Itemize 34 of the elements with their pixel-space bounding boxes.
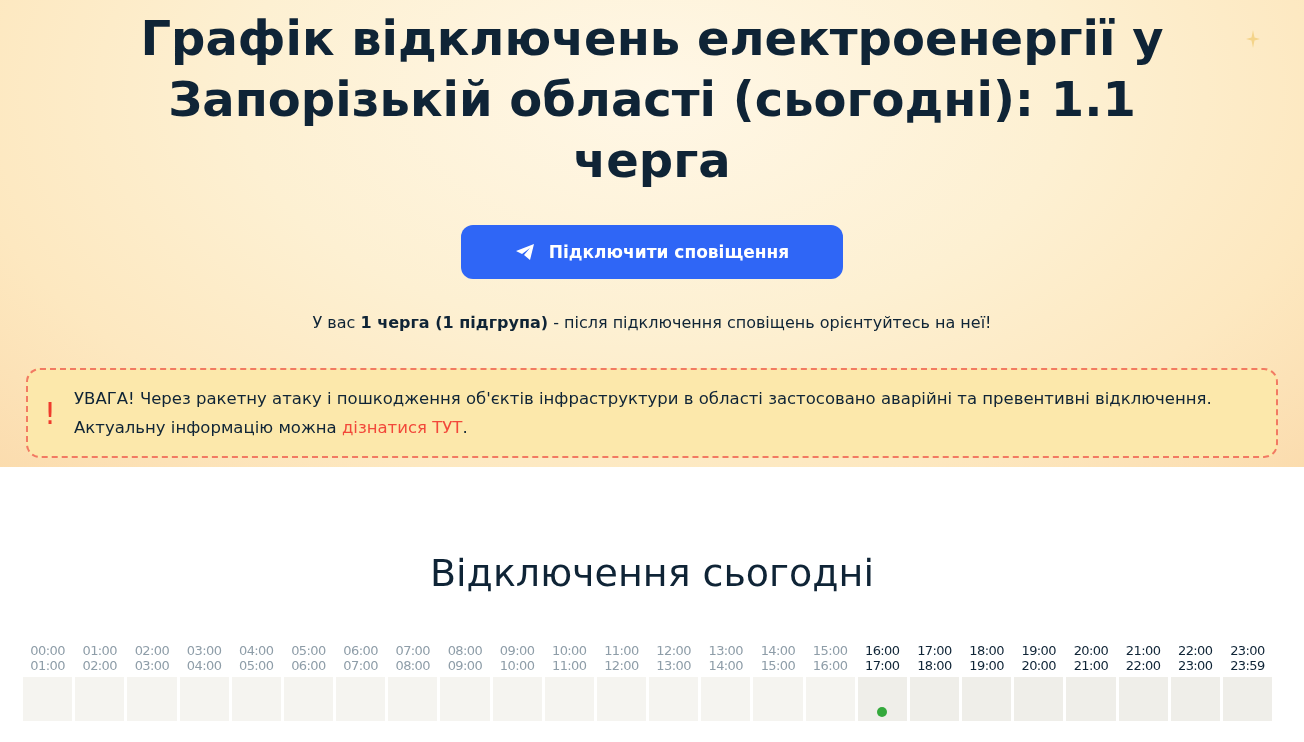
time-range: 00:00 01:00 (30, 643, 65, 673)
time-range: 16:00 17:00 (865, 643, 900, 673)
alert-text: УВАГА! Через ракетну атаку і пошкодження об'єктів інфраструктури в області застосовано аварійні та превентивні відключення. Актуальну інформацію можна дізнатися ТУТ. (74, 388, 1213, 439)
time-range: 02:00 03:00 (134, 643, 170, 673)
time-range: 05:00 06:00 (291, 643, 326, 673)
time-range: 18:00 19:00 (969, 643, 1004, 673)
time-range: 12:00 13:00 (656, 643, 691, 673)
time-range: 01:00 02:00 (82, 643, 117, 673)
page-title: Графік відключень електроенергії у Запорізькій області (сьогодні): 1.1 черга (139, 9, 1165, 190)
time-range: 03:00 04:00 (186, 643, 222, 673)
subscribe-button[interactable]: Підключити сповіщення (461, 225, 843, 279)
time-range: 22:00 23:00 (1178, 643, 1213, 673)
exclamation-mark: ! (44, 395, 57, 431)
time-range: 09:00 10:00 (499, 643, 535, 673)
time-range: 04:00 05:00 (239, 643, 274, 673)
time-range: 20:00 21:00 (1073, 643, 1109, 673)
details-link[interactable]: дізнатися ТУТ (341, 418, 463, 437)
current-dot (877, 707, 888, 717)
time-range: 14:00 15:00 (760, 643, 796, 673)
time-range: 07:00 08:00 (395, 643, 430, 673)
section-title: Відключення сьогодні (429, 551, 875, 595)
time-range: 06:00 07:00 (343, 643, 378, 673)
time-range: 13:00 14:00 (708, 643, 743, 673)
time-range: 15:00 16:00 (812, 643, 848, 673)
time-range: 10:00 11:00 (552, 643, 587, 673)
time-range: 17:00 18:00 (917, 643, 952, 673)
time-range: 11:00 12:00 (604, 643, 639, 673)
send-icon (514, 243, 535, 261)
sparkle-icon (1246, 30, 1260, 48)
time-range: 23:00 23:59 (1230, 643, 1265, 673)
queue-note: У вас 1 черга (1 підгрупа) - після підключення сповіщень орієнтуйтесь на неї! (312, 313, 992, 332)
time-range: 08:00 09:00 (447, 643, 483, 673)
time-range: 19:00 20:00 (1021, 643, 1056, 673)
time-range: 21:00 22:00 (1125, 643, 1161, 673)
